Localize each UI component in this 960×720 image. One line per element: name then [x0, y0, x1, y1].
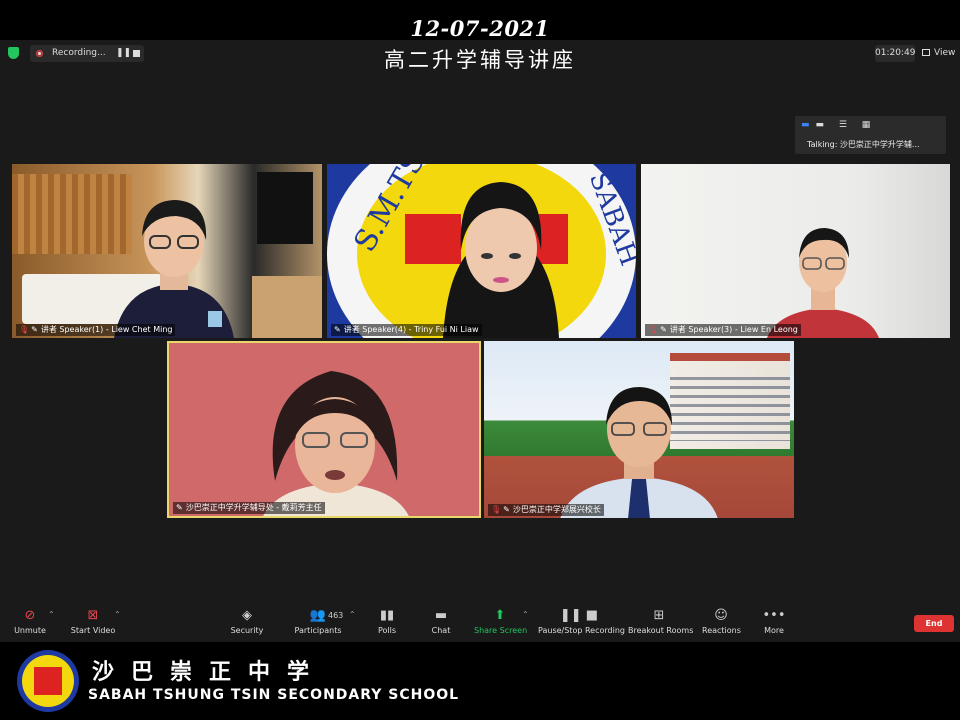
- security-button[interactable]: ◈ Security: [226, 607, 268, 635]
- banner-date: 12-07-2021: [410, 16, 550, 41]
- pin-icon: ✎: [31, 325, 38, 334]
- bar-chart-icon: ▮▮: [379, 608, 395, 623]
- breakout-rooms-button[interactable]: ⊞ Breakout Rooms: [628, 607, 693, 635]
- video-tile-speaker-3[interactable]: 🎙 ✎ 讲者 Speaker(3) - Liew En Leong: [641, 164, 950, 338]
- more-button[interactable]: ••• More: [760, 607, 788, 635]
- start-video-button[interactable]: ⊠ Start Video: [70, 607, 116, 635]
- share-options-caret[interactable]: ⌃: [522, 610, 529, 619]
- microphone-off-icon: 🎙: [19, 325, 30, 334]
- participant-label: 🎙 ✎ 沙巴崇正中学郑展兴校长: [488, 504, 604, 516]
- meeting-toolbar: ⊘ Unmute ⌃ ⊠ Start Video ⌃ ◈ Security 👥 …: [0, 605, 960, 641]
- video-options-caret[interactable]: ⌃: [114, 610, 121, 619]
- chat-bubble-icon: ▬: [434, 608, 448, 623]
- participant-label: ✎ 讲者 Speaker(4) - Triny Fui Ni Liaw: [331, 324, 482, 336]
- participant-video: [114, 200, 234, 338]
- pin-icon: ✎: [660, 325, 667, 334]
- share-screen-button[interactable]: ⬆ Share Screen: [474, 607, 527, 635]
- pin-icon: ✎: [334, 325, 341, 334]
- school-branding: 沙巴崇正中学 SABAH TSHUNG TSIN SECONDARY SCHOO…: [0, 642, 960, 720]
- video-off-icon: ⊠: [87, 608, 99, 623]
- banner-title: 高二升学辅导讲座: [384, 48, 576, 72]
- emoji-plus-icon: ☺: [714, 608, 728, 623]
- video-tile-speaker-1[interactable]: 🎙 ✎ 讲者 Speaker(1) - Liew Chet Ming: [12, 164, 322, 338]
- grid-icon: ⊞: [653, 608, 665, 623]
- video-tile-speaker-4[interactable]: S.M.TS SABAH ✎ 讲者 Speaker(4) - Triny Fui …: [327, 164, 636, 338]
- video-tile-active-speaker[interactable]: ✎ 沙巴崇正中学升学辅导处 - 戴莉芳主任: [167, 341, 481, 518]
- view-mode-icons[interactable]: ▬▬ ☰ ▦: [801, 120, 876, 130]
- cabinet-background: [252, 276, 322, 338]
- participant-label: 🎙 ✎ 讲者 Speaker(1) - Liew Chet Ming: [16, 324, 176, 336]
- school-name-english: SABAH TSHUNG TSIN SECONDARY SCHOOL: [88, 687, 460, 703]
- video-tile-principal[interactable]: 🎙 ✎ 沙巴崇正中学郑展兴校长: [484, 341, 794, 518]
- participant-video: [767, 228, 879, 338]
- audio-options-caret[interactable]: ⌃: [48, 610, 55, 619]
- reactions-button[interactable]: ☺ Reactions: [702, 607, 741, 635]
- talking-text: Talking: 沙巴崇正中学升学辅...: [807, 140, 920, 149]
- pin-icon: ✎: [176, 503, 183, 512]
- school-name-chinese: 沙巴崇正中学: [92, 659, 327, 685]
- participants-options-caret[interactable]: ⌃: [349, 610, 356, 619]
- school-logo: [17, 650, 79, 712]
- participant-label: ✎ 沙巴崇正中学升学辅导处 - 戴莉芳主任: [173, 502, 325, 514]
- microphone-off-icon: 🎙: [648, 325, 659, 334]
- ellipsis-icon: •••: [762, 608, 786, 623]
- unmute-button[interactable]: ⊘ Unmute: [12, 607, 48, 635]
- participant-video: [443, 182, 559, 338]
- talking-panel: ▬▬ ☰ ▦ Talking: 沙巴崇正中学升学辅...: [795, 116, 946, 154]
- participant-video: [560, 387, 718, 518]
- microphone-off-icon: 🎙: [491, 505, 502, 514]
- polls-button[interactable]: ▮▮ Polls: [372, 607, 402, 635]
- participant-label: 🎙 ✎ 讲者 Speaker(3) - Liew En Leong: [645, 324, 801, 336]
- end-meeting-button[interactable]: End: [914, 615, 954, 632]
- participant-video: [263, 371, 409, 516]
- participant-count: 463: [328, 611, 344, 620]
- shield-icon: ◈: [242, 608, 252, 623]
- microphone-off-icon: ⊘: [24, 608, 36, 623]
- pause-stop-icon: ❚❚ ■: [559, 608, 599, 623]
- pause-stop-recording-button[interactable]: ❚❚ ■ Pause/Stop Recording: [538, 607, 625, 635]
- chat-button[interactable]: ▬ Chat: [426, 607, 456, 635]
- tv-background: [257, 172, 313, 244]
- pin-icon: ✎: [503, 505, 510, 514]
- share-arrow-icon: ⬆: [494, 608, 506, 623]
